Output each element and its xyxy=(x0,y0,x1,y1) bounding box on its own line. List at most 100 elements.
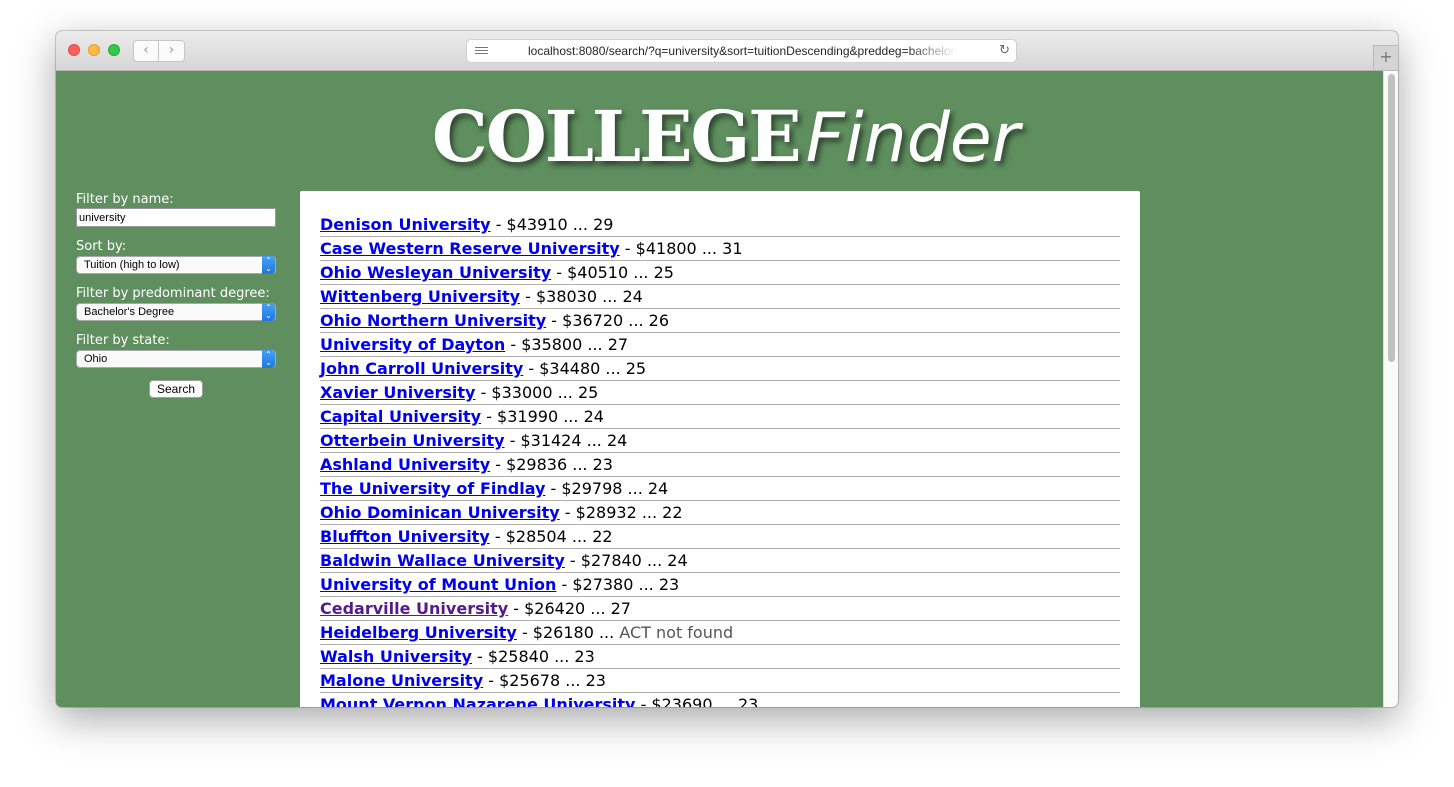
result-row: Cedarville University - $26420 ... 27 xyxy=(320,597,1120,621)
minimize-window-button[interactable] xyxy=(88,44,100,56)
sort-group: Sort by: Tuition (high to low) ⌃ ⌄ xyxy=(76,239,276,274)
result-row: Denison University - $43910 ... 29 xyxy=(320,213,1120,237)
select-arrows-icon: ⌃ ⌄ xyxy=(262,350,275,368)
name-filter-group: Filter by name: xyxy=(76,192,276,227)
tuition-act-detail: - $26420 ... 27 xyxy=(508,599,631,618)
tuition-act-detail: - $38030 ... 24 xyxy=(520,287,643,306)
back-button[interactable]: ‹ xyxy=(133,40,159,62)
zoom-window-button[interactable] xyxy=(108,44,120,56)
result-row: Ashland University - $29836 ... 23 xyxy=(320,453,1120,477)
college-link[interactable]: Case Western Reserve University xyxy=(320,239,620,258)
sort-select[interactable]: Tuition (high to low) ⌃ ⌄ xyxy=(76,256,276,274)
result-row: Mount Vernon Nazarene University - $2369… xyxy=(320,693,1120,707)
tuition-act-detail: - $26180 ... xyxy=(516,623,620,642)
tuition-act-detail: - $27840 ... 24 xyxy=(564,551,688,570)
result-row: Case Western Reserve University - $41800… xyxy=(320,237,1120,261)
sort-select-value: Tuition (high to low) xyxy=(84,259,180,271)
tuition-act-detail: - $27380 ... 23 xyxy=(556,575,680,594)
college-link[interactable]: Xavier University xyxy=(320,383,475,402)
college-link[interactable]: Mount Vernon Nazarene University xyxy=(320,695,635,707)
browser-toolbar: ‹ › localhost:8080/search/?q=university&… xyxy=(56,31,1398,71)
url-text[interactable]: localhost:8080/search/?q=university&sort… xyxy=(528,40,958,62)
result-row: Ohio Northern University - $36720 ... 26 xyxy=(320,309,1120,333)
tuition-act-detail: - $25678 ... 23 xyxy=(483,671,606,690)
college-link[interactable]: University of Mount Union xyxy=(320,575,556,594)
results-panel: Denison University - $43910 ... 29 Case W… xyxy=(300,191,1140,707)
tuition-act-detail: - $23690 ... 23 xyxy=(635,695,759,707)
browser-window: ‹ › localhost:8080/search/?q=university&… xyxy=(56,31,1398,707)
result-row: Walsh University - $25840 ... 23 xyxy=(320,645,1120,669)
college-link[interactable]: Denison University xyxy=(320,215,491,234)
result-row: Ohio Wesleyan University - $40510 ... 25 xyxy=(320,261,1120,285)
college-link[interactable]: Cedarville University xyxy=(320,599,508,618)
tuition-act-detail: - $41800 ... 31 xyxy=(619,239,743,258)
college-link[interactable]: Malone University xyxy=(320,671,483,690)
tuition-act-detail: - $28504 ... 22 xyxy=(489,527,613,546)
degree-filter-label: Filter by predominant degree: xyxy=(76,286,270,301)
tuition-act-detail: - $29836 ... 23 xyxy=(490,455,613,474)
college-link[interactable]: University of Dayton xyxy=(320,335,505,354)
college-link[interactable]: Heidelberg University xyxy=(320,623,517,642)
forward-button[interactable]: › xyxy=(159,40,185,62)
degree-select[interactable]: Bachelor's Degree ⌃ ⌄ xyxy=(76,303,276,321)
tuition-act-detail: - $34480 ... 25 xyxy=(523,359,647,378)
result-row: Ohio Dominican University - $28932 ... 2… xyxy=(320,501,1120,525)
sort-label: Sort by: xyxy=(76,239,127,254)
page-viewport: COLLEGEFinder Filter by name: Sort by: T… xyxy=(56,71,1398,707)
college-link[interactable]: Ohio Dominican University xyxy=(320,503,560,522)
name-filter-input[interactable] xyxy=(76,208,276,227)
tuition-act-detail: - $29798 ... 24 xyxy=(545,479,669,498)
tuition-act-detail: - $33000 ... 25 xyxy=(475,383,599,402)
logo-college: COLLEGE xyxy=(432,95,802,178)
result-row: University of Dayton - $35800 ... 27 xyxy=(320,333,1120,357)
tuition-act-detail: - $40510 ... 25 xyxy=(551,263,674,282)
result-row: Otterbein University - $31424 ... 24 xyxy=(320,429,1120,453)
college-link[interactable]: Otterbein University xyxy=(320,431,505,450)
select-arrows-icon: ⌃ ⌄ xyxy=(262,303,275,321)
close-window-button[interactable] xyxy=(68,44,80,56)
college-link[interactable]: John Carroll University xyxy=(320,359,523,378)
college-link[interactable]: Bluffton University xyxy=(320,527,490,546)
tuition-act-detail: - $43910 ... 29 xyxy=(490,215,614,234)
result-row: Malone University - $25678 ... 23 xyxy=(320,669,1120,693)
degree-filter-group: Filter by predominant degree: Bachelor's… xyxy=(76,286,276,321)
reader-view-icon[interactable] xyxy=(475,47,488,56)
address-bar[interactable]: localhost:8080/search/?q=university&sort… xyxy=(466,39,1017,63)
state-filter-label: Filter by state: xyxy=(76,333,170,348)
college-link[interactable]: The University of Findlay xyxy=(320,479,545,498)
results-list: Denison University - $43910 ... 29 Case W… xyxy=(300,191,1140,707)
state-filter-group: Filter by state: Ohio ⌃ ⌄ xyxy=(76,333,276,368)
college-link[interactable]: Wittenberg University xyxy=(320,287,520,306)
chevron-left-icon: ‹ xyxy=(143,42,149,58)
degree-select-value: Bachelor's Degree xyxy=(84,306,175,318)
tuition-act-detail: - $36720 ... 26 xyxy=(546,311,669,330)
college-link[interactable]: Baldwin Wallace University xyxy=(320,551,565,570)
tuition-act-detail: - $25840 ... 23 xyxy=(471,647,595,666)
college-link[interactable]: Capital University xyxy=(320,407,481,426)
page-scrollbar[interactable] xyxy=(1383,71,1398,707)
result-row: University of Mount Union - $27380 ... 2… xyxy=(320,573,1120,597)
college-link[interactable]: Ashland University xyxy=(320,455,490,474)
result-row: Heidelberg University - $26180 ... ACT n… xyxy=(320,621,1120,645)
tuition-act-detail: - $35800 ... 27 xyxy=(505,335,629,354)
state-select[interactable]: Ohio ⌃ ⌄ xyxy=(76,350,276,368)
college-link[interactable]: Walsh University xyxy=(320,647,472,666)
college-link[interactable]: Ohio Northern University xyxy=(320,311,546,330)
new-tab-button[interactable]: + xyxy=(1373,45,1398,70)
act-missing-note: ACT not found xyxy=(619,623,734,642)
tuition-act-detail: - $31990 ... 24 xyxy=(481,407,604,426)
result-row: John Carroll University - $34480 ... 25 xyxy=(320,357,1120,381)
result-row: Bluffton University - $28504 ... 22 xyxy=(320,525,1120,549)
filter-sidebar: Filter by name: Sort by: Tuition (high t… xyxy=(76,192,276,398)
state-select-value: Ohio xyxy=(84,353,108,365)
college-link[interactable]: Ohio Wesleyan University xyxy=(320,263,551,282)
tuition-act-detail: - $28932 ... 22 xyxy=(559,503,683,522)
search-button[interactable]: Search xyxy=(148,380,204,398)
chevron-right-icon: › xyxy=(168,42,175,58)
reload-icon[interactable]: ↻ xyxy=(999,42,1010,60)
result-row: Wittenberg University - $38030 ... 24 xyxy=(320,285,1120,309)
result-row: The University of Findlay - $29798 ... 2… xyxy=(320,477,1120,501)
site-logo: COLLEGEFinder xyxy=(432,95,1020,185)
scrollbar-thumb[interactable] xyxy=(1388,74,1395,362)
tuition-act-detail: - $31424 ... 24 xyxy=(504,431,628,450)
